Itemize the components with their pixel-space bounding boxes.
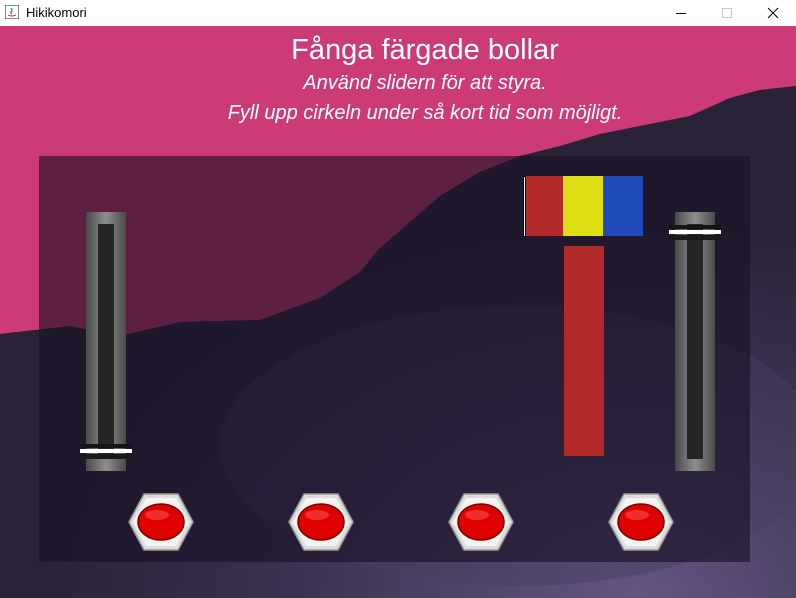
hex-button-icon — [128, 493, 194, 551]
left-slider[interactable] — [80, 212, 132, 471]
right-slider[interactable] — [669, 212, 721, 471]
minimize-icon — [676, 13, 686, 14]
app-window: Hikikomori Fånga färgade bollar Använd s… — [0, 0, 796, 598]
left-slider-handle[interactable] — [80, 444, 132, 460]
close-icon — [767, 7, 779, 19]
left-slider-groove — [98, 224, 114, 459]
game-heading: Fånga färgade bollar — [291, 34, 559, 66]
color-sequence — [523, 176, 644, 236]
game-canvas: Fånga färgade bollar Använd slidern för … — [0, 26, 796, 598]
instruction-line-2: Fyll upp cirkeln under så kort tid som m… — [227, 102, 623, 124]
title-bar: Hikikomori — [0, 0, 796, 26]
minimize-button[interactable] — [658, 0, 704, 26]
color-selection-marker — [523, 176, 526, 237]
red-button-2[interactable] — [287, 492, 355, 552]
red-button-4[interactable] — [607, 492, 675, 552]
red-button-3[interactable] — [447, 492, 515, 552]
right-slider-handle[interactable] — [669, 225, 721, 241]
window-title: Hikikomori — [26, 5, 87, 20]
red-button-1[interactable] — [127, 492, 195, 552]
color-swatch-yellow — [563, 176, 603, 236]
color-swatch-red — [523, 176, 563, 236]
maximize-button[interactable] — [704, 0, 750, 26]
hex-button-icon — [288, 493, 354, 551]
java-icon — [5, 5, 19, 19]
hex-button-icon — [448, 493, 514, 551]
hex-button-icon — [608, 493, 674, 551]
close-button[interactable] — [750, 0, 796, 26]
maximize-icon — [722, 8, 732, 18]
instruction-line-1: Använd slidern för att styra. — [303, 72, 547, 94]
right-slider-groove — [687, 224, 703, 459]
color-swatch-blue — [603, 176, 643, 236]
falling-color-bar — [564, 246, 604, 456]
